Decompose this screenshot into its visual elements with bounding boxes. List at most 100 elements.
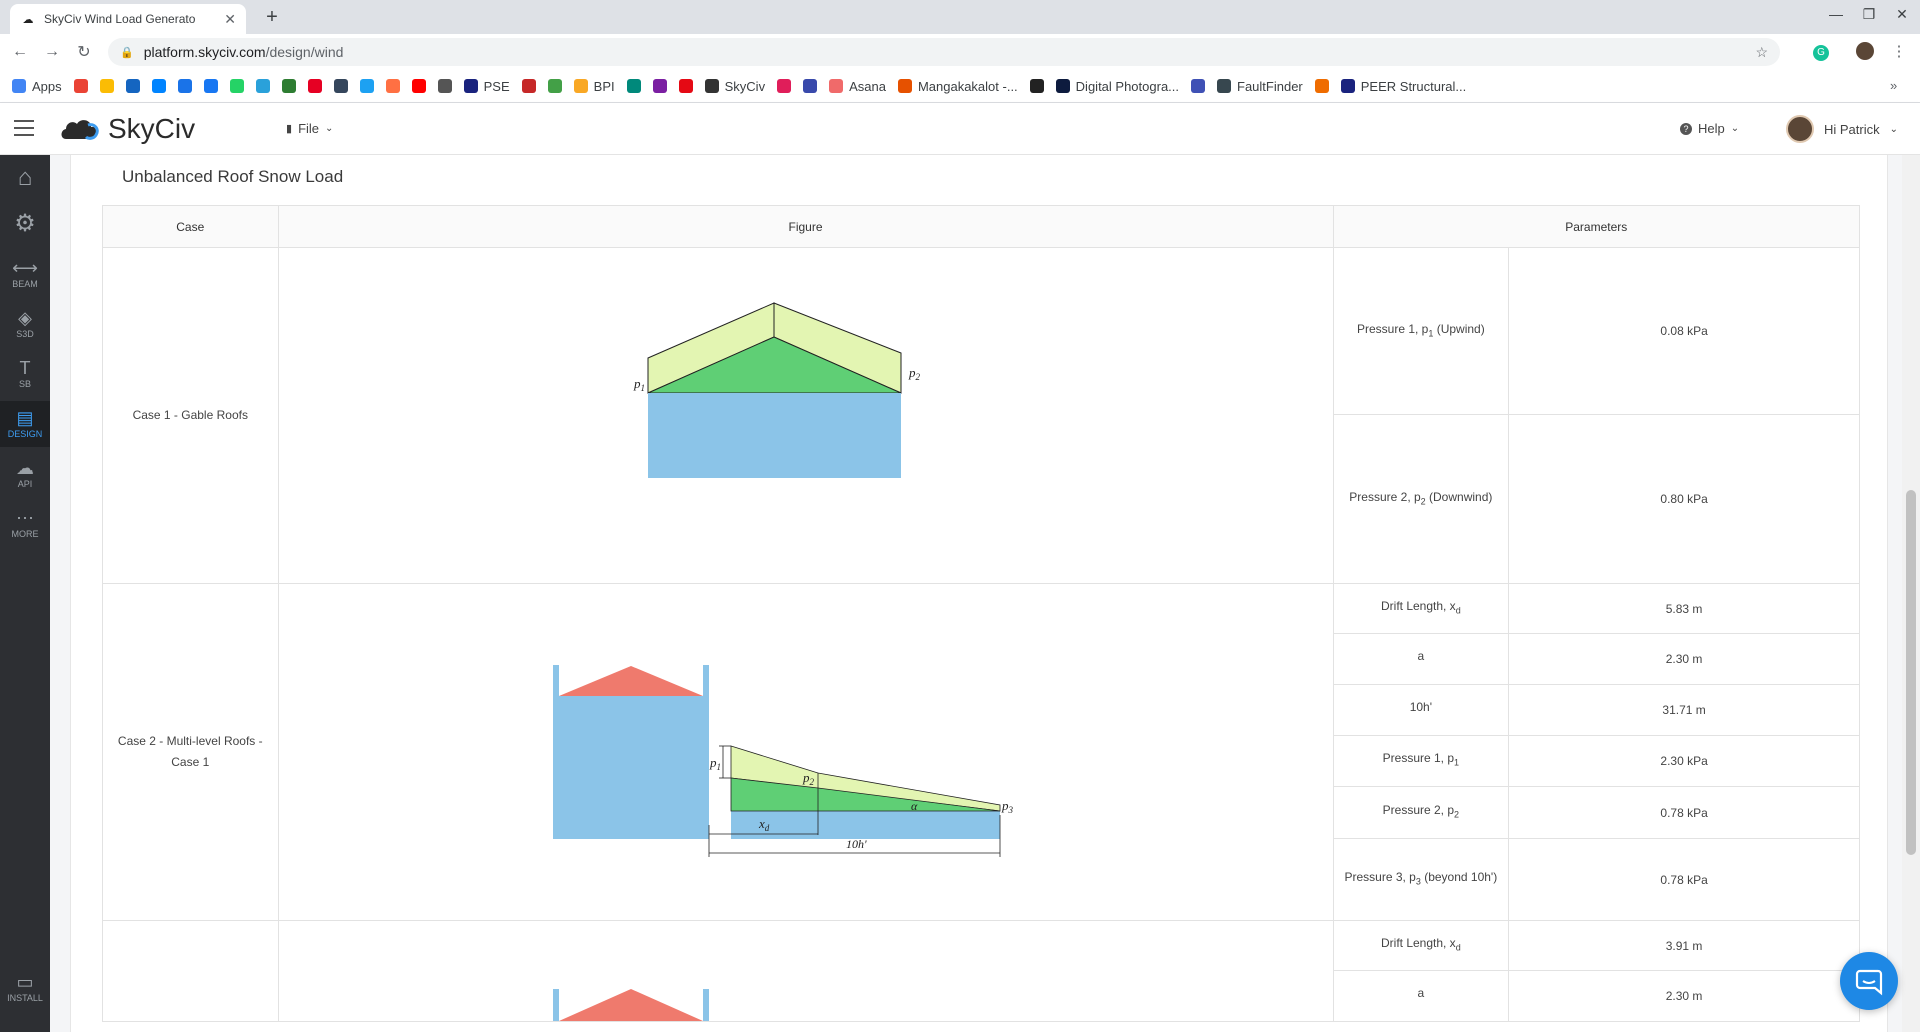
sidebar-item-design[interactable]: ▤ DESIGN (0, 401, 50, 447)
bookmark-item[interactable] (281, 79, 296, 93)
star-icon[interactable]: ☆ (1755, 44, 1768, 61)
document-icon: ▤ (16, 408, 34, 428)
address-bar[interactable]: 🔒 platform.skyciv.com/design/wind ☆ (108, 38, 1780, 66)
sidebar-item-label: DESIGN (7, 429, 43, 439)
reload-icon[interactable]: ↻ (72, 42, 96, 62)
sidebar-item-more[interactable]: ⋯ MORE (0, 501, 50, 547)
parameter-value: 31.71 m (1508, 684, 1860, 736)
bookmark-item[interactable] (385, 79, 400, 93)
parameter-label: Drift Length, xd (1332, 583, 1510, 634)
bookmarks-bar: Apps PSE BPI SkyCiv Asana Mangakakalot -... Di… (0, 70, 1920, 103)
bookmark-item[interactable]: Asana (829, 79, 886, 94)
page-scrollbar[interactable] (1902, 155, 1920, 1032)
bookmark-item[interactable] (99, 79, 114, 93)
bookmark-item[interactable]: PEER Structural... (1340, 79, 1466, 94)
bookmark-item[interactable] (626, 79, 641, 93)
sidebar-item-sb[interactable]: T SB (0, 351, 50, 397)
bookmark-icon (281, 79, 296, 93)
wix-icon (1029, 79, 1044, 93)
bookmark-item[interactable] (177, 79, 192, 93)
close-tab-icon[interactable]: ✕ (224, 11, 236, 28)
file-menu[interactable]: ▮ File ⌄ (286, 121, 333, 136)
bookmark-item[interactable] (521, 79, 536, 93)
sidebar-item-beam[interactable]: ⟷ BEAM (0, 251, 50, 297)
sidebar-item-install[interactable]: ▭ INSTALL (0, 965, 50, 1011)
bookmark-icon (521, 79, 536, 93)
grammarly-extension-icon[interactable]: G (1810, 42, 1832, 61)
sidebar-item-s3d[interactable]: ◈ S3D (0, 301, 50, 347)
parameter-value: 0.80 kPa (1508, 414, 1860, 584)
bookmark-item[interactable] (229, 79, 244, 93)
bookmark-item[interactable]: PSE (463, 79, 510, 94)
parameter-label: a (1332, 970, 1510, 1022)
bookmark-item[interactable] (1314, 79, 1329, 93)
bookmark-item[interactable]: Mangakakalot -... (897, 79, 1018, 94)
case-name-cell: Case 1 - Gable Roofs (102, 247, 279, 584)
menu-kebab-icon[interactable]: ⋮ (1888, 42, 1910, 60)
bookmark-icon (652, 79, 667, 93)
bookmark-item[interactable] (777, 79, 792, 93)
parameter-label-text: Drift Length, x (1380, 598, 1456, 613)
bookmark-item[interactable] (652, 79, 667, 93)
table-header-row: Case Figure Parameters (102, 205, 1861, 248)
bookmark-item[interactable] (73, 79, 88, 93)
gmail-icon (73, 79, 88, 93)
bookmark-item[interactable] (151, 79, 166, 93)
browser-tab[interactable]: ☁ SkyCiv Wind Load Generato ✕ (10, 4, 246, 34)
p3-label: p3 (1001, 798, 1014, 815)
case-name-cell: Case 2 - Multi-level Roofs - Case 1 (102, 583, 279, 921)
bookmark-item[interactable]: Apps (12, 79, 62, 94)
sidebar-item-label: INSTALL (7, 993, 43, 1003)
section-title: Unbalanced Roof Snow Load (122, 167, 344, 186)
parameter-label-text: Pressure 1, p (1382, 751, 1455, 766)
bookmark-item[interactable] (359, 79, 374, 93)
new-tab-button[interactable]: + (260, 6, 284, 29)
skyciv-logo[interactable]: SkyCiv (60, 113, 195, 145)
forward-icon[interactable]: → (40, 43, 64, 61)
sidebar-item-gear[interactable]: ⚙ (0, 201, 50, 247)
bookmark-item[interactable] (803, 79, 818, 93)
parameter-label-suffix: (beyond 10h') (1420, 869, 1498, 884)
hamburger-menu-icon[interactable] (14, 120, 34, 136)
bookmark-item[interactable]: FaultFinder (1217, 79, 1303, 94)
bookmark-item[interactable] (203, 79, 218, 93)
bookmark-item[interactable] (307, 79, 322, 93)
table-row: Drift Length, xd 3.91 m (102, 920, 1860, 1022)
bookmark-item[interactable] (678, 79, 693, 93)
back-icon[interactable]: ← (8, 43, 32, 61)
scrollbar-thumb[interactable] (1906, 490, 1916, 855)
bookmark-label: Apps (32, 78, 62, 94)
bookmark-item[interactable]: SkyCiv (704, 79, 765, 94)
bpi-icon (573, 79, 588, 93)
bookmark-icon (897, 79, 912, 93)
bookmark-item[interactable] (255, 79, 270, 93)
bookmark-item[interactable] (411, 79, 426, 93)
parameter-value: 2.30 m (1508, 970, 1860, 1022)
bookmark-item[interactable] (1191, 79, 1206, 93)
bookmark-item[interactable]: BPI (573, 79, 615, 94)
parameter-label-sub: 2 (1454, 809, 1460, 820)
profile-icon[interactable] (1854, 42, 1876, 64)
bookmark-item[interactable] (1029, 79, 1044, 93)
sidebar-item-label: MORE (11, 529, 39, 539)
chat-support-button[interactable] (1840, 952, 1898, 1010)
bookmark-item[interactable] (333, 79, 348, 93)
mail-icon (125, 79, 140, 93)
file-menu-label: File (298, 121, 320, 136)
user-menu[interactable]: Hi Patrick ⌄ (1786, 115, 1898, 143)
bookmark-item[interactable]: Digital Photogra... (1055, 79, 1179, 94)
sidebar-item-home[interactable]: ⌂ (0, 155, 50, 201)
cube-icon: ◈ (18, 308, 32, 328)
figure-cell: p1 p2 (277, 247, 1334, 584)
bookmark-item[interactable] (547, 79, 562, 93)
sidebar-item-api[interactable]: ☁ API (0, 451, 50, 497)
bookmark-item[interactable] (125, 79, 140, 93)
help-menu[interactable]: ? Help ⌄ (1680, 121, 1739, 136)
browser-toolbar: ← → ↻ 🔒 platform.skyciv.com/design/wind … (0, 34, 1920, 70)
bookmark-item[interactable] (437, 79, 452, 93)
close-window-icon[interactable]: ✕ (1888, 6, 1916, 23)
minimize-icon[interactable]: — (1822, 6, 1850, 22)
restore-icon[interactable]: ❐ (1855, 6, 1883, 23)
bookmarks-overflow-icon[interactable]: » (1890, 78, 1897, 93)
bookmark-icon (385, 79, 400, 93)
